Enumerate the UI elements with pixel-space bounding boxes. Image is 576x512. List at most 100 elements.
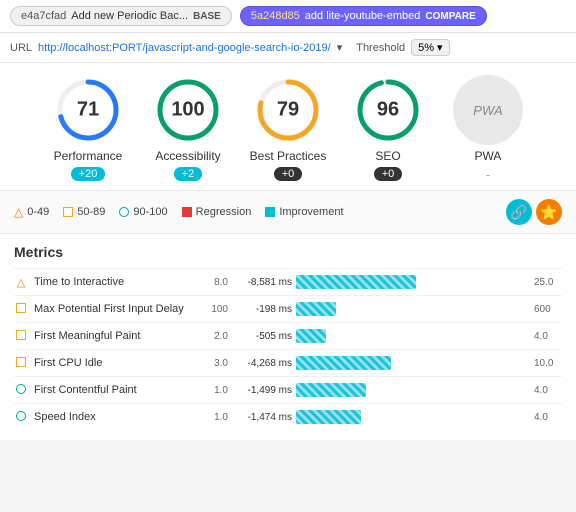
compare-type: COMPARE	[425, 11, 475, 22]
base-type: BASE	[193, 11, 221, 22]
score-seo: 96 SEO +0	[343, 75, 433, 181]
metric-name-first-meaningful-paint: First Meaningful Paint	[34, 330, 194, 342]
score-circle-performance: 71	[53, 75, 123, 145]
metric-bar-container-first-cpu-idle: -4,268 ms	[234, 355, 524, 371]
metric-bar-container-time-to-interactive: -8,581 ms	[234, 274, 524, 290]
url-dropdown-button[interactable]: ▾	[337, 41, 343, 54]
threshold-chevron: ▾	[437, 41, 443, 54]
metric-change-first-meaningful-paint: -505 ms	[234, 331, 292, 342]
score-performance: 71 Performance +20	[43, 75, 133, 181]
pwa-circle: PWA	[453, 75, 523, 145]
metric-row-time-to-interactive: △ Time to Interactive 8.0 -8,581 ms 25.0	[14, 268, 562, 295]
legend-90-100: 90-100	[119, 206, 167, 218]
share-link-button[interactable]: 🔗	[506, 199, 532, 225]
legend-label-50-89: 50-89	[77, 206, 105, 218]
metric-bar-container-first-contentful-paint: -1,499 ms	[234, 382, 524, 398]
url-value: http://localhost:PORT/javascript-and-goo…	[38, 42, 331, 54]
share-icons: 🔗 ⭐	[506, 199, 562, 225]
score-value-accessibility: 100	[171, 99, 204, 122]
metric-change-time-to-interactive: -8,581 ms	[234, 277, 292, 288]
score-accessibility: 100 Accessibility +2	[143, 75, 233, 181]
legend-50-89: 50-89	[63, 206, 105, 218]
metric-base-time-to-interactive: 8.0	[200, 277, 228, 288]
score-circle-best-practices: 79	[253, 75, 323, 145]
metric-bar-max-potential-fid	[296, 302, 336, 316]
score-best-practices: 79 Best Practices +0	[243, 75, 333, 181]
score-badge-best-practices: +0	[274, 167, 303, 181]
metric-icon-square	[14, 329, 28, 343]
legend-bar: △ 0-49 50-89 90-100 Regression Improveme…	[0, 191, 576, 234]
score-name-performance: Performance	[54, 149, 123, 163]
legend-label-90-100: 90-100	[133, 206, 167, 218]
metric-icon-triangle: △	[14, 276, 28, 289]
legend-label-regression: Regression	[196, 206, 252, 218]
compare-desc: add lite-youtube-embed	[305, 10, 421, 22]
metric-compare-max-potential-fid: 600	[534, 304, 562, 315]
score-circle-seo: 96	[353, 75, 423, 145]
score-pwa: PWA PWA -	[443, 75, 533, 182]
score-badge-performance: +20	[71, 167, 106, 181]
share-star-button[interactable]: ⭐	[536, 199, 562, 225]
square-icon	[63, 207, 73, 217]
metric-icon-circle	[14, 383, 28, 397]
metric-bar-container-max-potential-fid: -198 ms	[234, 301, 524, 317]
legend-improvement: Improvement	[265, 206, 343, 218]
base-hash: e4a7cfad	[21, 10, 66, 22]
improvement-icon	[265, 207, 275, 217]
score-name-pwa: PWA	[475, 149, 502, 163]
base-commit[interactable]: e4a7cfad Add new Periodic Bac... BASE	[10, 6, 232, 26]
metric-name-time-to-interactive: Time to Interactive	[34, 276, 194, 288]
metric-name-first-cpu-idle: First CPU Idle	[34, 357, 194, 369]
metric-icon-circle	[14, 410, 28, 424]
metric-compare-time-to-interactive: 25.0	[534, 277, 562, 288]
metric-bar-first-cpu-idle	[296, 356, 391, 370]
metric-base-first-cpu-idle: 3.0	[200, 358, 228, 369]
metric-row-first-cpu-idle: First CPU Idle 3.0 -4,268 ms 10.0	[14, 349, 562, 376]
score-circle-accessibility: 100	[153, 75, 223, 145]
metric-row-first-contentful-paint: First Contentful Paint 1.0 -1,499 ms 4.0	[14, 376, 562, 403]
top-bar: e4a7cfad Add new Periodic Bac... BASE 5a…	[0, 0, 576, 33]
score-value-best-practices: 79	[277, 99, 299, 122]
metric-change-first-contentful-paint: -1,499 ms	[234, 385, 292, 396]
score-name-best-practices: Best Practices	[250, 149, 327, 163]
score-value-performance: 71	[77, 99, 99, 122]
metric-base-first-meaningful-paint: 2.0	[200, 331, 228, 342]
base-desc: Add new Periodic Bac...	[71, 10, 188, 22]
metric-base-speed-index: 1.0	[200, 412, 228, 423]
circle-icon	[119, 207, 129, 217]
legend-0-49: △ 0-49	[14, 205, 49, 219]
score-value-seo: 96	[377, 99, 399, 122]
score-name-seo: SEO	[375, 149, 400, 163]
metric-row-max-potential-fid: Max Potential First Input Delay 100 -198…	[14, 295, 562, 322]
legend-label-0-49: 0-49	[27, 206, 49, 218]
metric-base-max-potential-fid: 100	[200, 304, 228, 315]
metric-base-first-contentful-paint: 1.0	[200, 385, 228, 396]
compare-commit[interactable]: 5a248d85 add lite-youtube-embed COMPARE	[240, 6, 487, 26]
score-badge-seo: +0	[374, 167, 403, 181]
metric-compare-first-meaningful-paint: 4.0	[534, 331, 562, 342]
metric-name-speed-index: Speed Index	[34, 411, 194, 423]
compare-hash: 5a248d85	[251, 10, 300, 22]
metrics-rows: △ Time to Interactive 8.0 -8,581 ms 25.0…	[14, 268, 562, 430]
metric-name-first-contentful-paint: First Contentful Paint	[34, 384, 194, 396]
metric-row-speed-index: Speed Index 1.0 -1,474 ms 4.0	[14, 403, 562, 430]
url-label: URL	[10, 42, 32, 54]
score-name-accessibility: Accessibility	[155, 149, 220, 163]
threshold-selector[interactable]: 5% ▾	[411, 39, 449, 56]
metric-row-first-meaningful-paint: First Meaningful Paint 2.0 -505 ms 4.0	[14, 322, 562, 349]
metrics-title: Metrics	[14, 244, 562, 260]
threshold-val: 5%	[418, 42, 434, 54]
metric-icon-square	[14, 302, 28, 316]
metric-bar-first-meaningful-paint	[296, 329, 326, 343]
triangle-icon: △	[14, 205, 23, 219]
metric-compare-speed-index: 4.0	[534, 412, 562, 423]
metric-change-speed-index: -1,474 ms	[234, 412, 292, 423]
metric-change-max-potential-fid: -198 ms	[234, 304, 292, 315]
metric-bar-speed-index	[296, 410, 361, 424]
metrics-section: Metrics △ Time to Interactive 8.0 -8,581…	[0, 234, 576, 440]
legend-label-improvement: Improvement	[279, 206, 343, 218]
metric-bar-first-contentful-paint	[296, 383, 366, 397]
legend-regression: Regression	[182, 206, 252, 218]
metric-bar-container-first-meaningful-paint: -505 ms	[234, 328, 524, 344]
regression-icon	[182, 207, 192, 217]
